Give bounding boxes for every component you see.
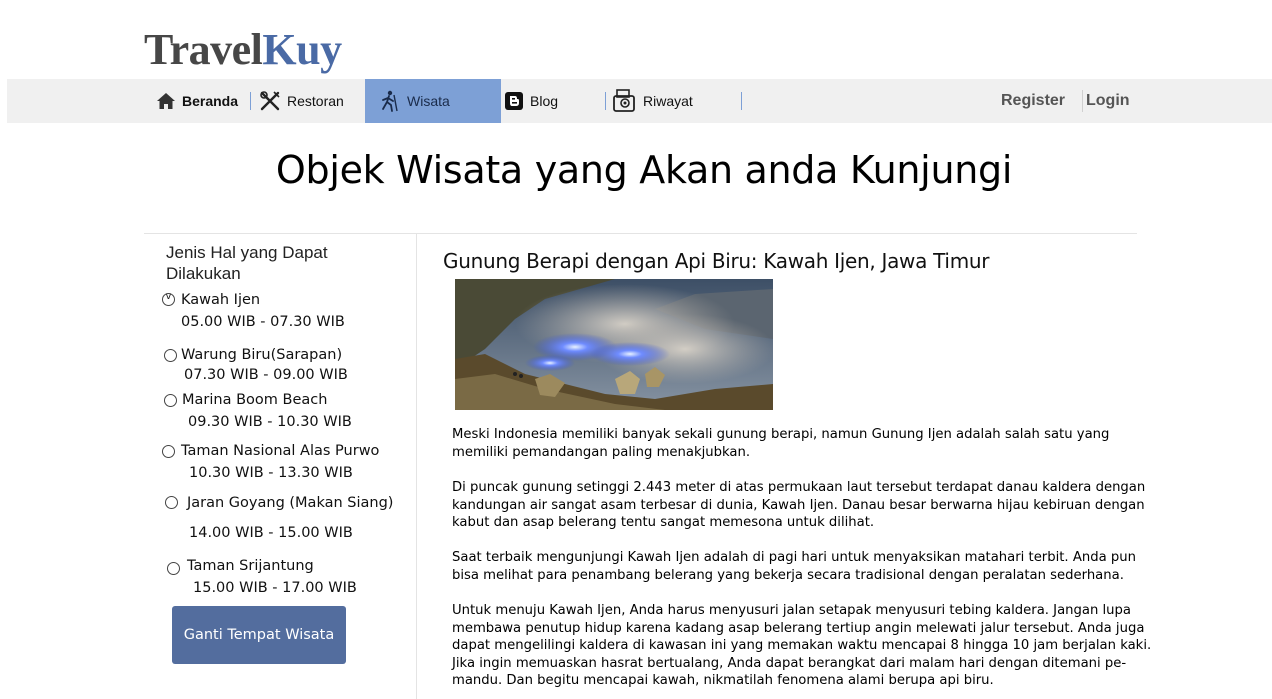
logo-text-travel: Travel bbox=[144, 25, 263, 74]
item-name-taman-srijantung: Taman Srijantung bbox=[187, 558, 314, 574]
nav-home[interactable]: Beranda bbox=[156, 79, 238, 123]
nav-tour-label: Wisata bbox=[407, 93, 450, 109]
content-divider-horizontal bbox=[144, 233, 1137, 234]
nav-blog-label: Blog bbox=[530, 93, 559, 109]
site-logo[interactable]: TravelKuy bbox=[144, 26, 342, 74]
radio-jaran-goyang[interactable] bbox=[165, 496, 178, 509]
nav-tour[interactable]: Wisata bbox=[365, 79, 501, 123]
logo-text-kuy: Kuy bbox=[262, 25, 342, 74]
item-name-jaran-goyang: Jaran Goyang (Makan Siang) bbox=[187, 495, 394, 511]
radio-taman-srijantung[interactable] bbox=[167, 562, 180, 575]
article-paragraph: Meski Indonesia memiliki banyak sekali g… bbox=[452, 427, 1110, 460]
item-time-warung-biru: 07.30 WIB - 09.00 WIB bbox=[184, 367, 348, 383]
article-paragraph: Saat terbaik mengunjungi Kawah Ijen adal… bbox=[452, 550, 1136, 583]
item-name-alas-purwo: Taman Nasional Alas Purwo bbox=[181, 443, 380, 459]
kawah-ijen-photo bbox=[455, 279, 773, 410]
article-title: Gunung Berapi dengan Api Biru: Kawah Ije… bbox=[443, 249, 990, 273]
fork-knife-icon bbox=[260, 91, 280, 111]
item-name-warung-biru: Warung Biru(Sarapan) bbox=[181, 347, 343, 363]
item-time-jaran-goyang: 14.00 WIB - 15.00 WIB bbox=[189, 525, 353, 541]
main-navbar: Beranda Restoran Wisata Blog Riwayat Reg… bbox=[7, 79, 1272, 123]
item-time-marina-boom-beach: 09.30 WIB - 10.30 WIB bbox=[188, 414, 352, 430]
article-paragraph: Untuk menuju Kawah Ijen, Anda harus meny… bbox=[452, 603, 1152, 689]
nav-history-label: Riwayat bbox=[643, 93, 693, 109]
register-link[interactable]: Register bbox=[1001, 79, 1065, 123]
radio-marina-boom-beach[interactable] bbox=[164, 394, 177, 407]
radio-alas-purwo[interactable] bbox=[162, 445, 175, 458]
nav-restaurant[interactable]: Restoran bbox=[259, 79, 344, 123]
page-title: Objek Wisata yang Akan anda Kunjungi bbox=[275, 148, 1013, 192]
history-icon bbox=[613, 89, 635, 112]
item-name-kawah-ijen: Kawah Ijen bbox=[181, 292, 261, 308]
item-time-kawah-ijen: 05.00 WIB - 07.30 WIB bbox=[181, 314, 345, 330]
nav-separator bbox=[250, 92, 251, 110]
change-destination-button[interactable]: Ganti Tempat Wisata bbox=[172, 606, 346, 664]
home-icon bbox=[157, 93, 175, 109]
content-divider-vertical bbox=[416, 234, 417, 699]
radio-kawah-ijen[interactable] bbox=[162, 291, 175, 306]
item-time-taman-srijantung: 15.00 WIB - 17.00 WIB bbox=[193, 580, 357, 596]
nav-history[interactable]: Riwayat bbox=[611, 79, 693, 123]
article-paragraph: Di puncak gunung setinggi 2.443 meter di… bbox=[452, 480, 1146, 531]
nav-home-label: Beranda bbox=[182, 93, 239, 109]
nav-separator bbox=[741, 92, 742, 110]
sidebar-title: Jenis Hal yang Dapat Dilakukan bbox=[166, 243, 328, 283]
auth-separator bbox=[1082, 90, 1083, 112]
nav-restaurant-label: Restoran bbox=[287, 93, 344, 109]
item-name-marina-boom-beach: Marina Boom Beach bbox=[182, 392, 328, 408]
nav-blog[interactable]: Blog bbox=[504, 79, 558, 123]
nav-separator bbox=[605, 92, 606, 110]
item-time-alas-purwo: 10.30 WIB - 13.30 WIB bbox=[189, 465, 353, 481]
login-link[interactable]: Login bbox=[1086, 79, 1130, 123]
blogger-icon bbox=[505, 92, 523, 110]
hiker-icon bbox=[382, 90, 398, 112]
radio-warung-biru[interactable] bbox=[164, 349, 177, 362]
